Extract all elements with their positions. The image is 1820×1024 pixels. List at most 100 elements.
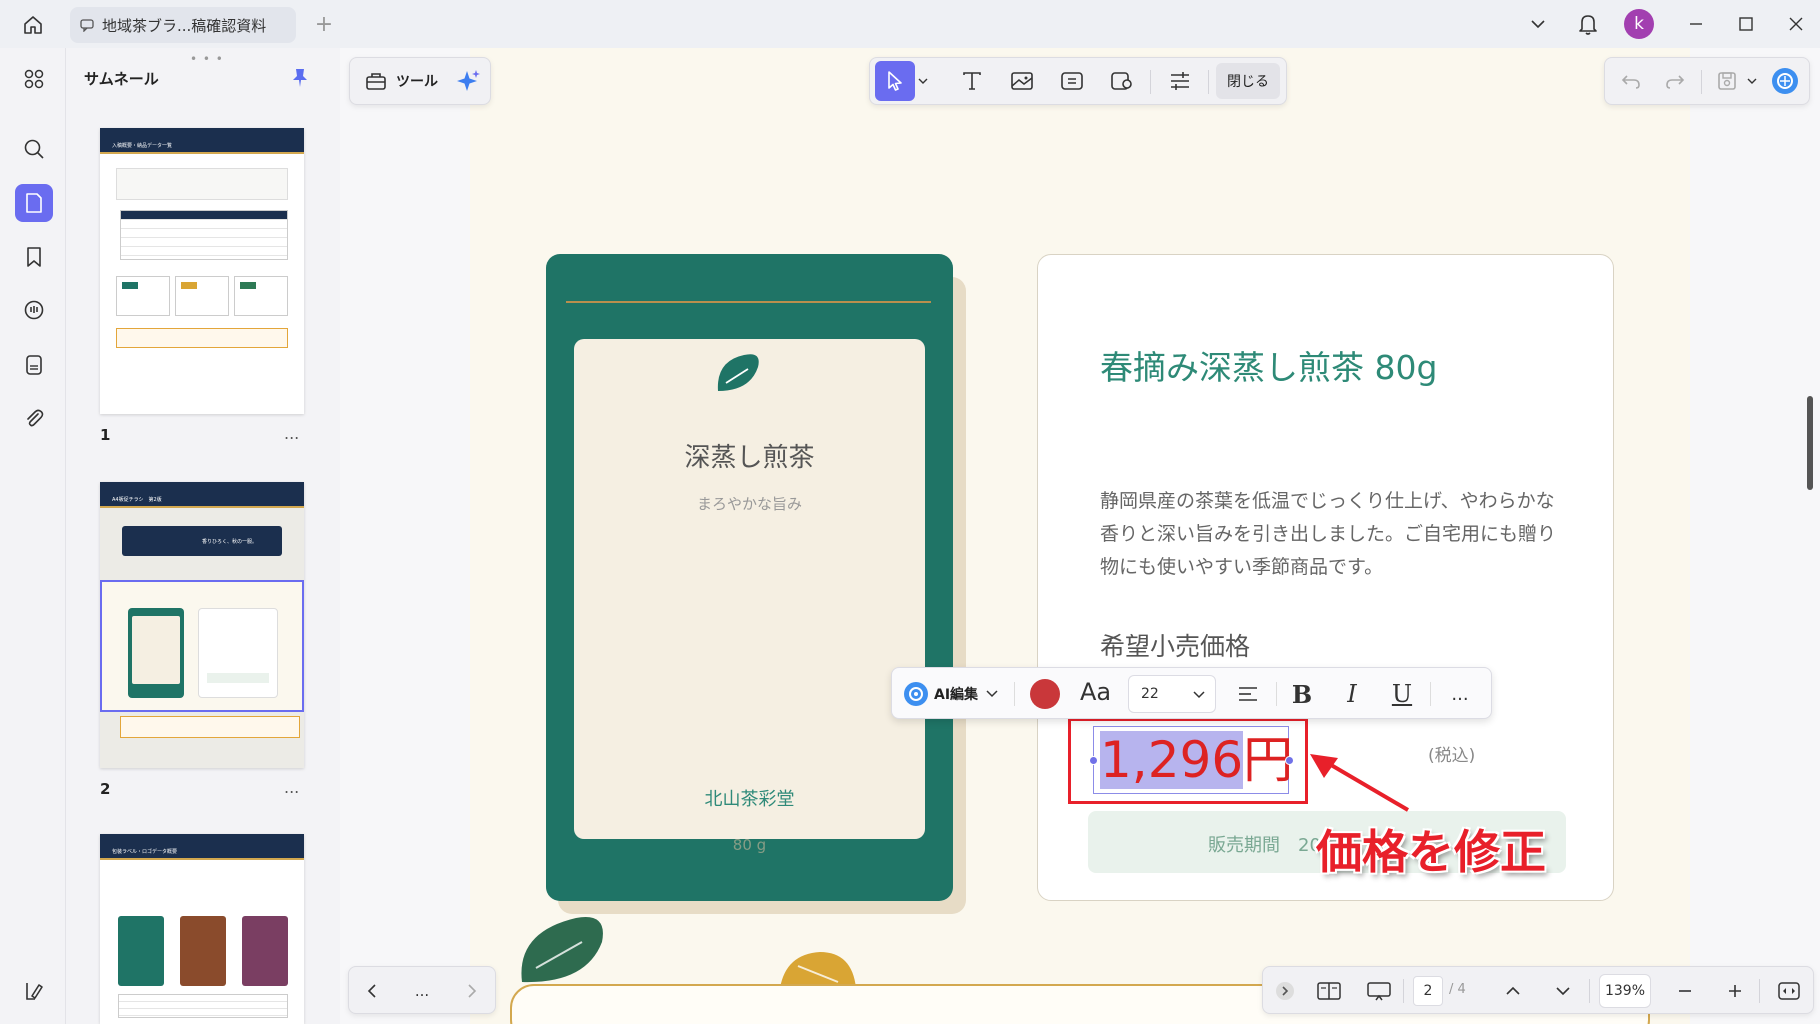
bookmark-icon bbox=[27, 247, 41, 267]
resize-handle-right[interactable] bbox=[1285, 756, 1294, 765]
save-button[interactable] bbox=[1709, 61, 1745, 101]
home-icon bbox=[24, 16, 42, 34]
close-icon bbox=[1789, 17, 1803, 31]
new-tab-button[interactable]: + bbox=[312, 12, 336, 37]
presentation-button[interactable] bbox=[1359, 971, 1399, 1011]
document-tab[interactable]: 地域茶ブラ...稿確認資料 bbox=[70, 7, 296, 43]
ai-edit-label: AI編集 bbox=[934, 687, 979, 703]
more-format-button[interactable]: ... bbox=[1444, 678, 1476, 710]
search-button[interactable] bbox=[15, 130, 53, 168]
tabs-dropdown-button[interactable] bbox=[1522, 8, 1554, 40]
bookmarks-button[interactable] bbox=[15, 238, 53, 276]
zoom-out-button[interactable] bbox=[1667, 971, 1703, 1011]
attachments-button[interactable] bbox=[15, 400, 53, 438]
page-icon bbox=[26, 193, 42, 213]
chevron-left-icon bbox=[367, 984, 376, 998]
add-text-button[interactable] bbox=[952, 61, 992, 101]
vertical-scrollbar[interactable] bbox=[1807, 396, 1813, 490]
price-label[interactable]: 希望小売価格 bbox=[1100, 627, 1250, 663]
watermark-button[interactable] bbox=[1102, 61, 1142, 101]
cursor-icon bbox=[888, 71, 902, 91]
minimize-button[interactable] bbox=[1680, 8, 1712, 40]
chevron-up-icon bbox=[1506, 986, 1520, 995]
product-title[interactable]: 春摘み深蒸し煎茶 80g bbox=[1100, 341, 1437, 389]
history-toolbar bbox=[1604, 57, 1810, 105]
tax-note[interactable]: (税込) bbox=[1428, 741, 1475, 766]
pin-icon[interactable] bbox=[288, 66, 312, 90]
total-pages: / 4 bbox=[1449, 982, 1466, 997]
redo-button[interactable] bbox=[1655, 61, 1695, 101]
search-icon bbox=[24, 139, 44, 159]
image-icon bbox=[1011, 72, 1033, 90]
thumbnail-page-2[interactable]: A4販促チラシ 第2版 香りひろく、秋の一服。 bbox=[100, 482, 304, 768]
thumbnail-page-3[interactable]: 包装ラベル・ロゴデータ概要 bbox=[100, 834, 304, 1024]
chevron-circle-icon bbox=[1276, 982, 1294, 1000]
zoom-in-button[interactable] bbox=[1717, 971, 1753, 1011]
underline-button[interactable]: U bbox=[1386, 678, 1418, 710]
undo-icon bbox=[1621, 75, 1640, 89]
thumbnail-page-number: 2 bbox=[100, 780, 111, 798]
notifications-button[interactable] bbox=[1572, 8, 1604, 40]
thumb-banner: 香りひろく、秋の一服。 bbox=[122, 526, 282, 556]
comment-icon bbox=[24, 300, 44, 320]
tools-button[interactable]: ツール bbox=[360, 61, 442, 101]
text-color-button[interactable] bbox=[1030, 679, 1060, 709]
avatar[interactable]: k bbox=[1624, 9, 1654, 39]
close-edit-button[interactable]: 閉じる bbox=[1216, 63, 1280, 99]
thumbnails-button[interactable] bbox=[15, 184, 53, 222]
sidebar-settings-button[interactable] bbox=[15, 972, 53, 1010]
page-layout-button[interactable] bbox=[1309, 971, 1349, 1011]
page-nav-left: ... bbox=[348, 966, 496, 1014]
italic-button[interactable]: I bbox=[1336, 678, 1368, 710]
price-value[interactable]: 1,296円 bbox=[1100, 731, 1293, 789]
comments-button[interactable] bbox=[15, 291, 53, 329]
add-image-button[interactable] bbox=[1002, 61, 1042, 101]
undo-button[interactable] bbox=[1611, 61, 1651, 101]
home-button[interactable] bbox=[18, 10, 48, 40]
text-format-bar: AI編集 Aa 22 B I U ... bbox=[891, 667, 1492, 719]
select-tool-button[interactable] bbox=[875, 61, 915, 101]
package-title: 深蒸し煎茶 bbox=[684, 443, 815, 473]
link-box-icon bbox=[1061, 72, 1083, 90]
product-description[interactable]: 静岡県産の茶葉を低温でじっくり仕上げ、やわらかな香りと深い旨みを引き出しました。… bbox=[1100, 485, 1560, 584]
font-size-select[interactable]: 22 bbox=[1128, 675, 1216, 713]
ai-edit-button[interactable]: AI編集 bbox=[902, 678, 998, 710]
save-dropdown[interactable] bbox=[1745, 61, 1759, 101]
properties-button[interactable] bbox=[1160, 61, 1200, 101]
more-nav-button[interactable]: ... bbox=[405, 971, 439, 1011]
prev-button[interactable] bbox=[355, 971, 389, 1011]
forms-button[interactable] bbox=[15, 346, 53, 384]
align-button[interactable] bbox=[1232, 678, 1264, 710]
bold-button[interactable]: B bbox=[1286, 678, 1318, 710]
collapse-controls-button[interactable] bbox=[1271, 971, 1299, 1011]
minus-icon bbox=[1679, 990, 1691, 992]
sales-period[interactable]: 販売期間 20 bbox=[1208, 831, 1321, 857]
price-text-editor[interactable]: 1,296円 bbox=[1089, 726, 1294, 794]
resize-handle-left[interactable] bbox=[1089, 756, 1098, 765]
zoom-level[interactable]: 139% bbox=[1599, 974, 1651, 1008]
thumbnail-more-button[interactable]: ... bbox=[284, 424, 299, 443]
package-brand: 北山茶彩堂 bbox=[704, 789, 795, 810]
page-up-button[interactable] bbox=[1495, 971, 1531, 1011]
leaf-decoration-icon bbox=[780, 952, 856, 988]
document-icon bbox=[26, 355, 42, 375]
current-page-input[interactable]: 2 bbox=[1413, 976, 1443, 1006]
fit-page-button[interactable] bbox=[1769, 971, 1809, 1011]
add-link-button[interactable] bbox=[1052, 61, 1092, 101]
next-button[interactable] bbox=[455, 971, 489, 1011]
price-number-selected[interactable]: 1,296 bbox=[1100, 731, 1244, 789]
ai-sparkle-button[interactable] bbox=[450, 61, 486, 101]
thumbnail-more-button[interactable]: ... bbox=[284, 778, 299, 797]
apps-button[interactable] bbox=[15, 60, 53, 98]
thumbnail-page-1[interactable]: 入稿概要・納品データ一覧 bbox=[100, 128, 304, 414]
ai-assistant-button[interactable] bbox=[1765, 61, 1805, 101]
font-button[interactable]: Aa bbox=[1080, 678, 1111, 706]
thumb-header: A4販促チラシ 第2版 bbox=[100, 482, 304, 508]
tab-title: 地域茶ブラ...稿確認資料 bbox=[102, 16, 267, 35]
select-tool-dropdown[interactable] bbox=[916, 61, 930, 101]
panel-grip[interactable]: • • • bbox=[190, 52, 224, 66]
close-window-button[interactable] bbox=[1780, 8, 1812, 40]
title-bar: 地域茶ブラ...稿確認資料 + k bbox=[0, 0, 1820, 48]
maximize-button[interactable] bbox=[1730, 8, 1762, 40]
page-down-button[interactable] bbox=[1545, 971, 1581, 1011]
